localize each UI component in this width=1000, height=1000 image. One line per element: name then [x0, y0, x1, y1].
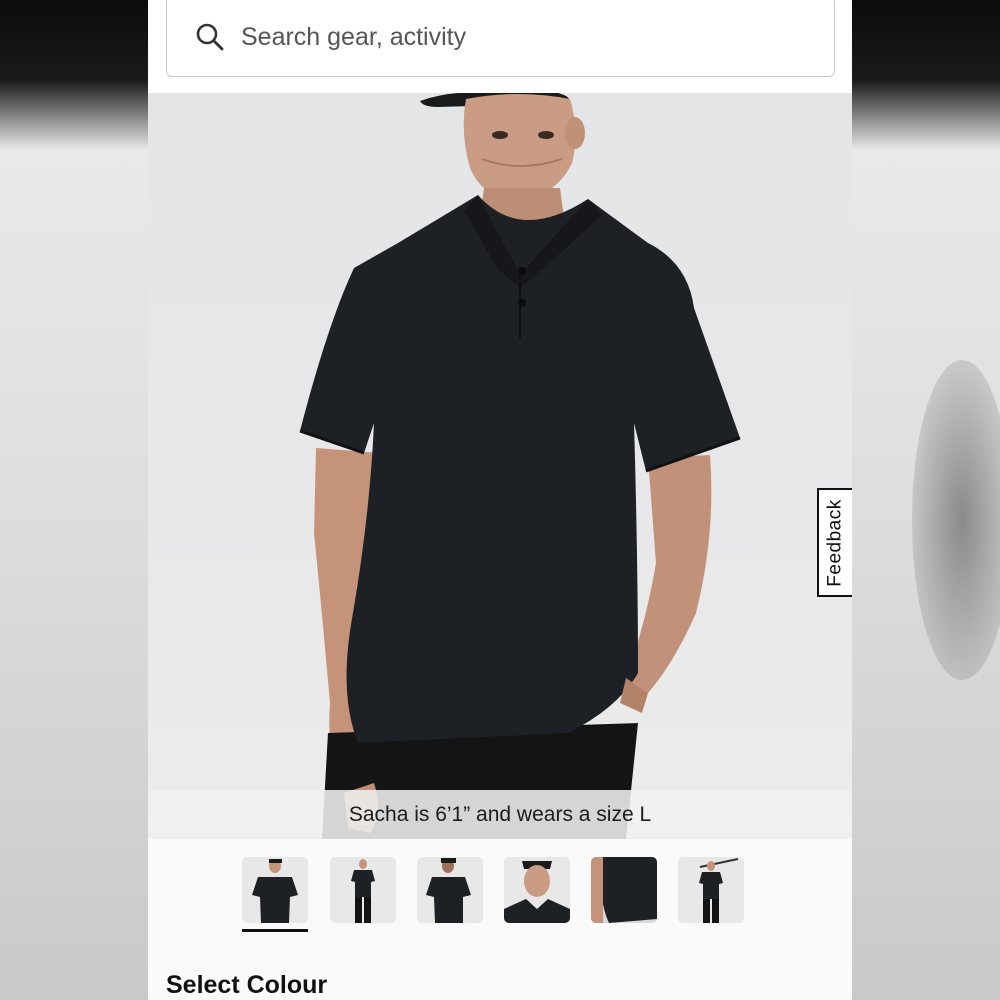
search-icon[interactable] — [195, 22, 225, 52]
search-header — [148, 0, 852, 93]
backdrop-right — [852, 0, 1000, 1000]
feedback-button[interactable]: Feedback — [817, 488, 852, 597]
product-page: Sacha is 6’1” and wears a size L Feedbac… — [148, 0, 852, 1000]
model-size-caption: Sacha is 6’1” and wears a size L — [148, 790, 852, 839]
selected-thumbnail-indicator — [242, 929, 308, 932]
thumbnail-1[interactable] — [242, 857, 308, 923]
caption-text: Sacha is 6’1” and wears a size L — [348, 802, 652, 826]
feedback-label: Feedback — [824, 498, 846, 587]
thumbnail-5[interactable] — [591, 857, 657, 923]
backdrop-left — [0, 0, 148, 1000]
thumbnail-2[interactable] — [330, 857, 396, 923]
search-bar[interactable] — [166, 0, 835, 77]
model-photo — [299, 93, 741, 839]
product-hero-image[interactable]: Sacha is 6’1” and wears a size L — [148, 93, 852, 839]
search-input[interactable] — [241, 17, 801, 57]
thumbnail-4[interactable] — [504, 857, 570, 923]
thumbnail-strip: Select Colour — [148, 839, 852, 1000]
select-colour-heading: Select Colour — [166, 971, 328, 999]
thumbnail-3[interactable] — [417, 857, 483, 923]
thumbnail-6[interactable] — [678, 857, 744, 923]
